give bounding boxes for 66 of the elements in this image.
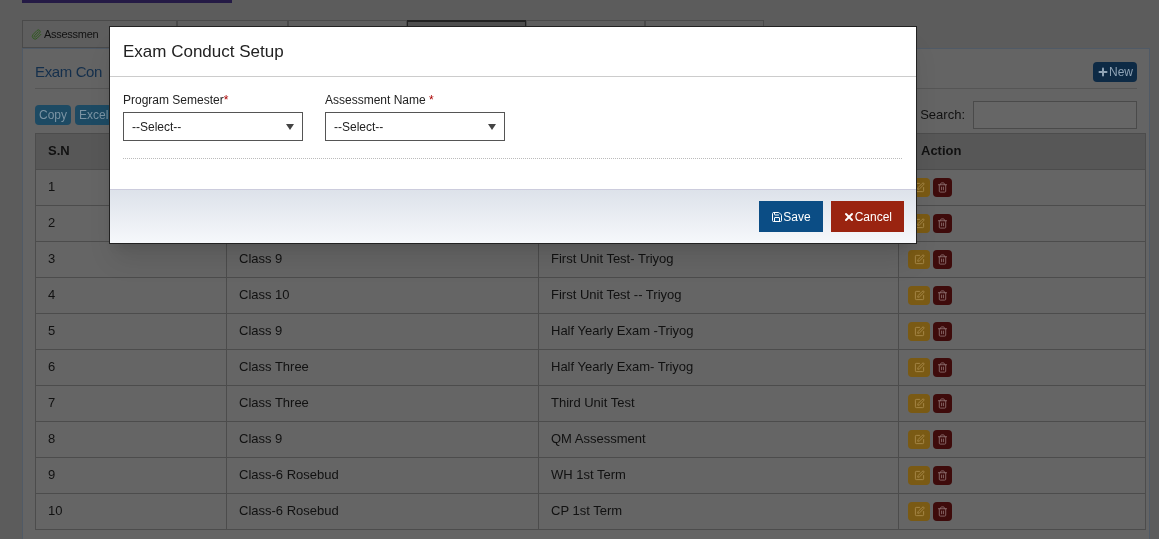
table-cell: 10 bbox=[48, 503, 63, 519]
delete-button[interactable] bbox=[933, 285, 952, 305]
trash-icon bbox=[937, 253, 948, 265]
delete-button[interactable] bbox=[933, 393, 952, 413]
delete-button[interactable] bbox=[933, 357, 952, 377]
table-cell: First Unit Test- Triyog bbox=[551, 251, 674, 267]
pencil-icon bbox=[913, 469, 925, 481]
table-cell: Third Unit Test bbox=[551, 395, 635, 411]
delete-button[interactable] bbox=[933, 429, 952, 449]
plus-icon bbox=[1097, 66, 1109, 79]
select-field[interactable]: --Select-- bbox=[123, 112, 303, 141]
table-cell: 1 bbox=[48, 179, 56, 195]
pencil-icon bbox=[913, 433, 925, 445]
close-icon bbox=[842, 210, 855, 223]
table-cell: 8 bbox=[48, 431, 56, 447]
trash-icon bbox=[937, 397, 948, 409]
paperclip-icon bbox=[31, 28, 42, 40]
trash-icon bbox=[937, 217, 948, 229]
trash-icon bbox=[937, 181, 948, 193]
pencil-icon bbox=[913, 289, 925, 301]
table-cell: 4 bbox=[48, 287, 56, 303]
trash-icon bbox=[937, 289, 948, 301]
table-cell: Class 9 bbox=[239, 323, 283, 339]
field-label: Assessment Name * bbox=[325, 92, 435, 109]
table-cell: 7 bbox=[48, 395, 56, 411]
delete-button[interactable] bbox=[933, 501, 952, 521]
save-button[interactable]: Save bbox=[759, 201, 823, 232]
table-cell: 6 bbox=[48, 359, 56, 375]
table-cell: 9 bbox=[48, 467, 56, 483]
table-cell: 2 bbox=[48, 215, 56, 231]
trash-icon bbox=[937, 505, 948, 517]
trash-icon bbox=[937, 469, 948, 481]
table-cell: Class Three bbox=[239, 395, 309, 411]
delete-button[interactable] bbox=[933, 249, 952, 269]
table-cell: QM Assessment bbox=[551, 431, 646, 447]
table-cell: Half Yearly Exam -Triyog bbox=[551, 323, 694, 339]
table-cell: 5 bbox=[48, 323, 56, 339]
trash-icon bbox=[937, 361, 948, 373]
table-cell: Class 10 bbox=[239, 287, 290, 303]
select-field[interactable]: --Select-- bbox=[325, 112, 505, 141]
table-cell: Class 9 bbox=[239, 251, 283, 267]
pencil-icon bbox=[913, 325, 925, 337]
new-button[interactable]: New bbox=[1093, 62, 1137, 83]
table-cell: Class 9 bbox=[239, 431, 283, 447]
table-cell: First Unit Test -- Triyog bbox=[551, 287, 682, 303]
delete-button[interactable] bbox=[933, 465, 952, 485]
table-cell: Class Three bbox=[239, 359, 309, 375]
search-label: Search: bbox=[920, 105, 965, 124]
trash-icon bbox=[937, 433, 948, 445]
pencil-icon bbox=[913, 361, 925, 373]
table-cell: Class-6 Rosebud bbox=[239, 467, 339, 483]
field-label: Program Semester* bbox=[123, 92, 230, 109]
table-cell: Half Yearly Exam- Triyog bbox=[551, 359, 694, 375]
cancel-button[interactable]: Cancel bbox=[830, 201, 904, 232]
panel-title: Exam Con bbox=[35, 62, 103, 82]
table-cell: 3 bbox=[48, 251, 56, 267]
table-cell: Class-6 Rosebud bbox=[239, 503, 339, 519]
export-button[interactable]: Copy bbox=[35, 104, 71, 125]
delete-button[interactable] bbox=[933, 321, 952, 341]
pencil-icon bbox=[913, 505, 925, 517]
trash-icon bbox=[937, 325, 948, 337]
search-field[interactable] bbox=[973, 100, 1137, 129]
pencil-icon bbox=[913, 397, 925, 409]
pencil-icon bbox=[913, 253, 925, 265]
table-cell: WH 1st Term bbox=[551, 467, 626, 483]
table-cell: CP 1st Term bbox=[551, 503, 623, 519]
